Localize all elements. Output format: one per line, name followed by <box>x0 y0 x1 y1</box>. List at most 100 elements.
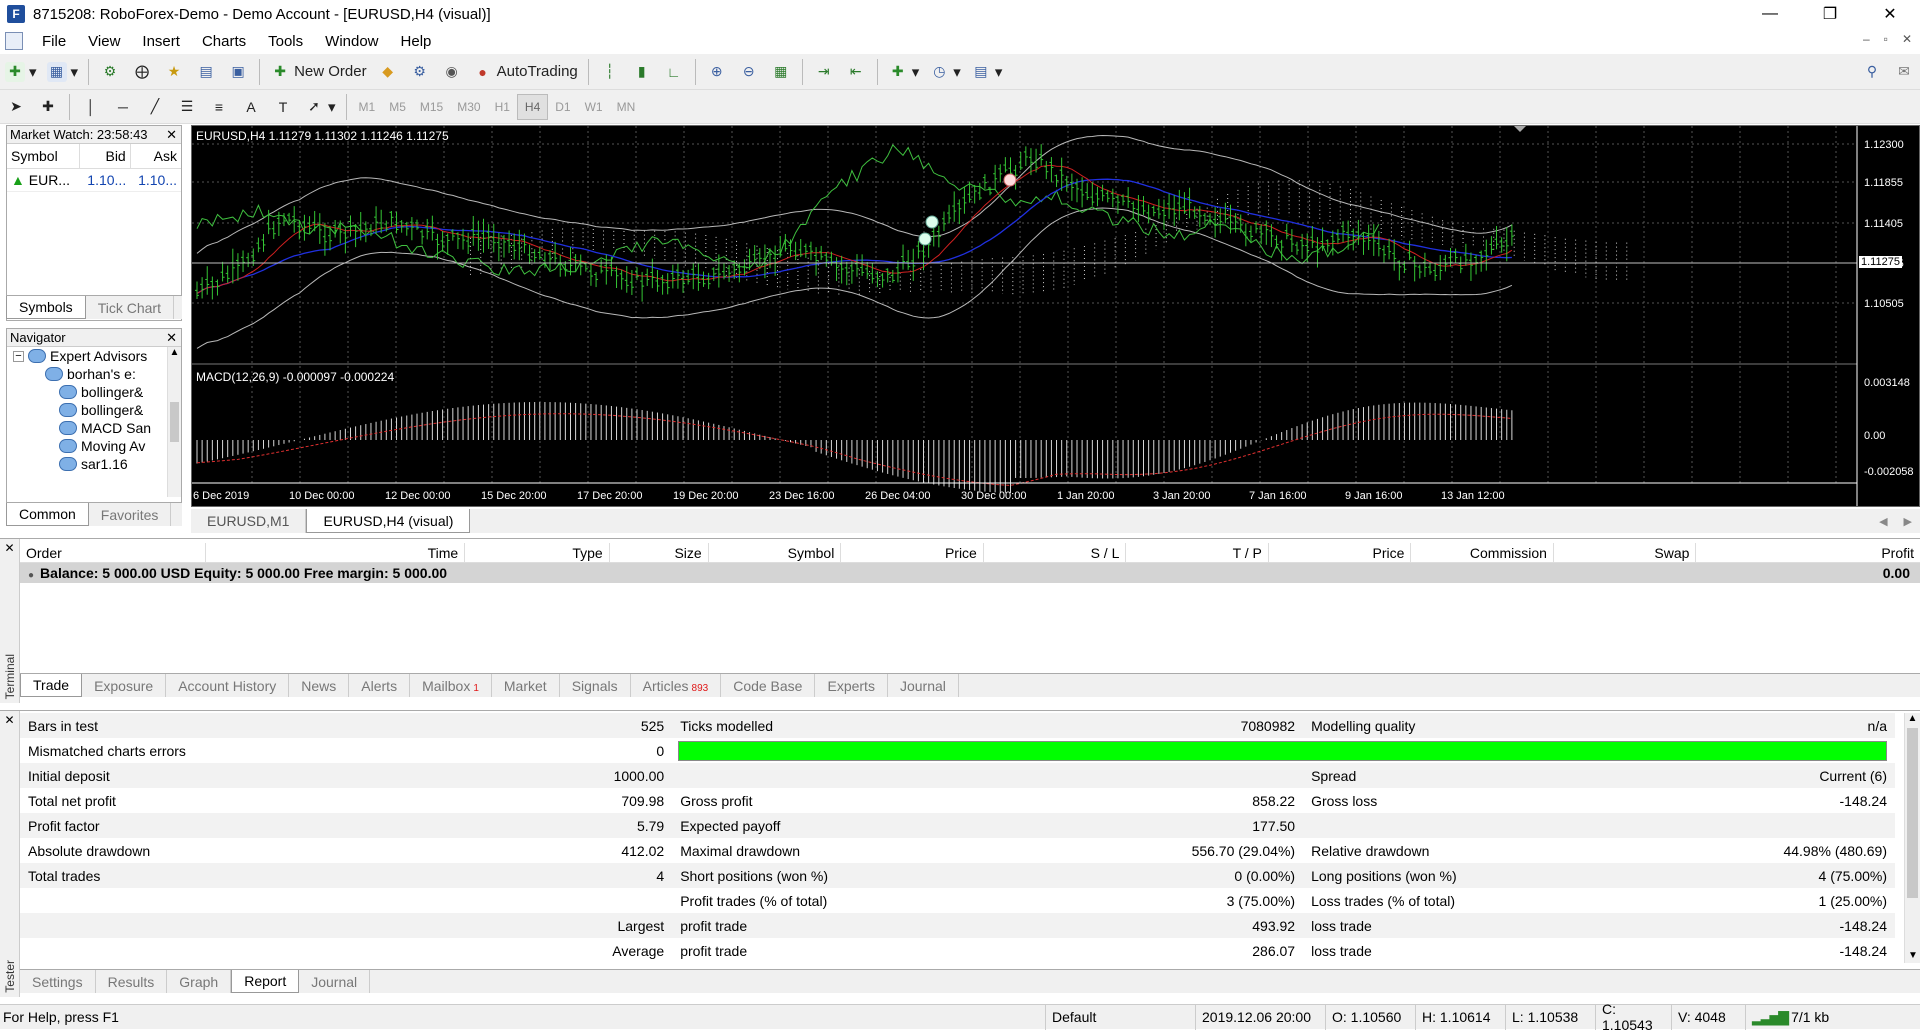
trendline-button[interactable]: ╱ <box>141 93 169 121</box>
mdi-restore-icon[interactable]: ▫ <box>1884 32 1888 46</box>
indicators-button[interactable]: ✚ ▾ <box>885 58 923 86</box>
column-header[interactable]: Order <box>20 543 207 562</box>
timeframe-mn[interactable]: MN <box>610 94 643 120</box>
tab-favorites[interactable]: Favorites <box>89 503 172 526</box>
bar-chart-button[interactable]: ┆ <box>596 58 624 86</box>
column-header[interactable]: Profit <box>1696 543 1920 562</box>
menu-file[interactable]: File <box>31 33 77 50</box>
chart-shift-button[interactable]: ⇤ <box>842 58 870 86</box>
timeframe-h1[interactable]: H1 <box>488 94 517 120</box>
tab-news[interactable]: News <box>289 674 350 697</box>
menu-window[interactable]: Window <box>314 33 389 50</box>
column-header[interactable]: Type <box>465 543 610 562</box>
close-button[interactable]: ✕ <box>1860 0 1920 28</box>
price-chart[interactable]: 1.123001.118551.114051.109551.105050.003… <box>191 125 1920 507</box>
tree-item[interactable]: borhan's e: <box>13 365 181 383</box>
tab-scroll-left-icon[interactable]: ◀ <box>1871 509 1895 533</box>
fibonacci-button[interactable]: ≡ <box>205 93 233 121</box>
text-button[interactable]: A <box>237 93 265 121</box>
column-header[interactable]: Bid <box>79 144 131 169</box>
timeframe-d1[interactable]: D1 <box>548 94 577 120</box>
metaeditor-button[interactable]: ◆ <box>374 58 402 86</box>
tab-trade[interactable]: Trade <box>20 674 83 697</box>
mdi-minimize-icon[interactable]: – <box>1863 32 1870 46</box>
arrows-button[interactable]: ➚ ▾ <box>301 93 339 121</box>
column-header[interactable]: Size <box>610 543 709 562</box>
tree-node-expert-advisors[interactable]: − Expert Advisors <box>13 347 181 365</box>
data-window-button[interactable]: ⨁ <box>128 58 156 86</box>
terminal-button[interactable]: ▤ <box>192 58 220 86</box>
signals-button[interactable]: ◉ <box>438 58 466 86</box>
tab-journal[interactable]: Journal <box>888 674 959 697</box>
tab-results[interactable]: Results <box>96 970 168 993</box>
tab-exposure[interactable]: Exposure <box>82 674 167 697</box>
timeframe-w1[interactable]: W1 <box>578 94 610 120</box>
tab-market[interactable]: Market <box>492 674 560 697</box>
templates-button[interactable]: ▤ ▾ <box>968 58 1006 86</box>
tab-code-base[interactable]: Code Base <box>721 674 816 697</box>
restore-button[interactable]: ❐ <box>1800 0 1860 28</box>
scroll-down-icon[interactable]: ▼ <box>1905 950 1920 961</box>
cursor-button[interactable]: ➤ <box>2 93 30 121</box>
strategy-tester-button[interactable]: ▣ <box>224 58 252 86</box>
column-header[interactable]: S / L <box>984 543 1127 562</box>
tree-item[interactable]: Moving Av <box>13 437 181 455</box>
zoom-in-button[interactable]: ⊕ <box>703 58 731 86</box>
text-label-button[interactable]: T <box>269 93 297 121</box>
column-header[interactable]: Price <box>841 543 984 562</box>
zoom-out-button[interactable]: ⊖ <box>735 58 763 86</box>
column-header[interactable]: T / P <box>1126 543 1269 562</box>
tab-scroll-right-icon[interactable]: ▶ <box>1896 509 1920 533</box>
tree-item[interactable]: bollinger& <box>13 383 181 401</box>
close-icon[interactable]: ✕ <box>0 713 19 727</box>
options-button[interactable]: ⚙ <box>406 58 434 86</box>
tree-item[interactable]: bollinger& <box>13 401 181 419</box>
vertical-line-button[interactable]: │ <box>77 93 105 121</box>
symbol-row[interactable]: ▲ EUR... 1.10... 1.10... <box>7 168 181 191</box>
menu-help[interactable]: Help <box>390 33 443 50</box>
close-icon[interactable]: ✕ <box>166 127 177 143</box>
tab-tester-journal[interactable]: Journal <box>299 970 371 993</box>
autotrading-button[interactable]: ● AutoTrading <box>470 58 581 86</box>
tab-common[interactable]: Common <box>6 503 89 526</box>
tab-report[interactable]: Report <box>231 970 300 993</box>
menu-charts[interactable]: Charts <box>191 33 257 50</box>
document-menu-icon[interactable] <box>5 32 23 50</box>
tree-item[interactable]: MACD San <box>13 419 181 437</box>
collapse-icon[interactable]: ● <box>28 570 34 581</box>
balance-row[interactable]: ● Balance: 5 000.00 USD Equity: 5 000.00 … <box>20 563 1920 583</box>
navigator-scrollbar[interactable]: ▲ <box>167 347 181 497</box>
search-button[interactable]: ⚲ <box>1858 58 1886 86</box>
scroll-thumb[interactable] <box>1907 728 1918 898</box>
column-header[interactable]: Price <box>1269 543 1412 562</box>
candlesticks-button[interactable]: ▮ <box>628 58 656 86</box>
close-icon[interactable]: ✕ <box>0 541 19 555</box>
collapse-icon[interactable]: − <box>13 350 24 362</box>
horizontal-line-button[interactable]: ─ <box>109 93 137 121</box>
auto-scroll-button[interactable]: ⇥ <box>810 58 838 86</box>
timeframe-h4[interactable]: H4 <box>516 93 549 120</box>
chart-shift-marker-icon[interactable] <box>1514 126 1526 132</box>
tab-graph[interactable]: Graph <box>167 970 232 993</box>
line-chart-button[interactable]: ∟ <box>660 58 688 86</box>
tab-account-history[interactable]: Account History <box>166 674 290 697</box>
timeframe-m1[interactable]: M1 <box>352 94 383 120</box>
menu-insert[interactable]: Insert <box>131 33 191 50</box>
periods-button[interactable]: ◷ ▾ <box>926 58 964 86</box>
column-header[interactable]: Ask <box>130 144 181 169</box>
column-header[interactable]: Commission <box>1411 543 1554 562</box>
scroll-up-icon[interactable]: ▲ <box>1905 713 1920 724</box>
tile-windows-button[interactable]: ▦ <box>767 58 795 86</box>
status-traffic[interactable]: ▂▃▅▇ 7/1 kb <box>1745 1004 1920 1030</box>
tab-alerts[interactable]: Alerts <box>349 674 411 697</box>
column-header[interactable]: Swap <box>1554 543 1697 562</box>
tab-symbols[interactable]: Symbols <box>6 296 86 319</box>
chart-canvas[interactable]: 1.123001.118551.114051.109551.105050.003… <box>192 126 1920 507</box>
crosshair-button[interactable]: ✚ <box>34 93 62 121</box>
scroll-up-icon[interactable]: ▲ <box>168 347 181 358</box>
new-order-button[interactable]: ✚ New Order <box>267 58 370 86</box>
new-chart-button[interactable]: ✚ ▾ <box>2 58 40 86</box>
close-icon[interactable]: ✕ <box>166 330 177 346</box>
chart-tab-eurusd-h4-visual[interactable]: EURUSD,H4 (visual) <box>306 509 471 533</box>
timeframe-m15[interactable]: M15 <box>413 94 450 120</box>
